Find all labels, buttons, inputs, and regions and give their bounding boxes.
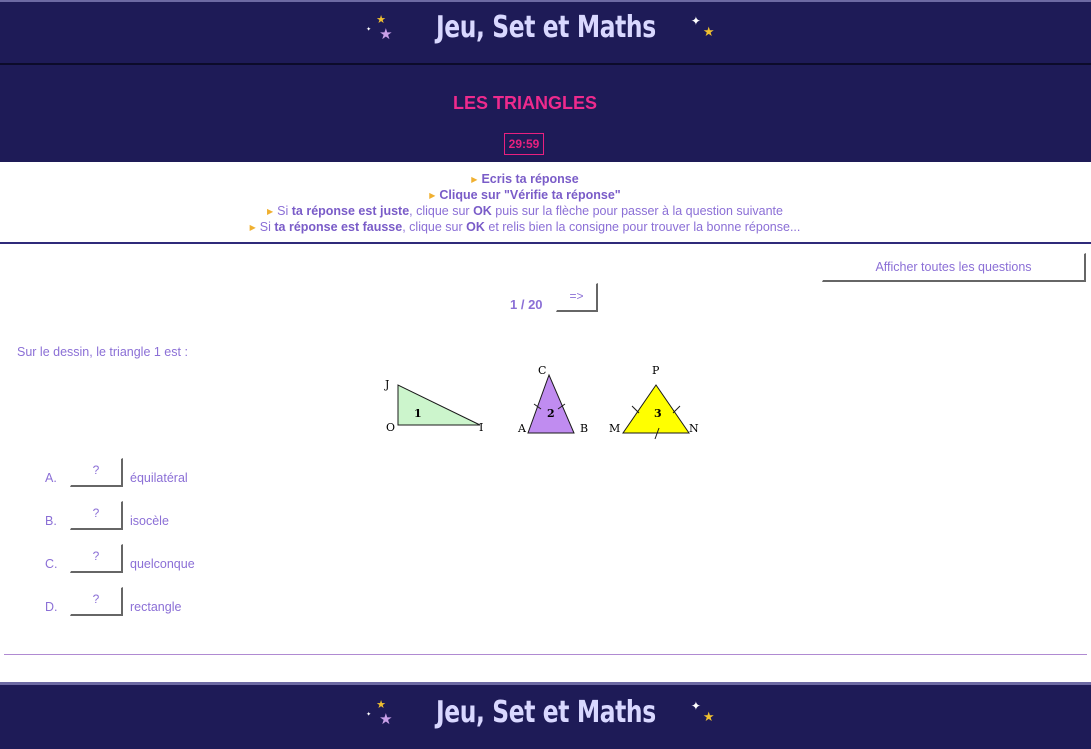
site-header: ✦ ★ ★ Jeu, Set et Maths ✦ ★ xyxy=(0,0,1091,63)
triangle-3-vertex-m: M xyxy=(609,422,620,435)
arrow-right-icon: ▶ xyxy=(429,191,436,201)
triangle-2-vertex-a: A xyxy=(517,422,527,435)
option-c-label: quelconque xyxy=(130,557,195,571)
option-d-letter: D. xyxy=(45,600,58,614)
stars-right-icon: ✦ ★ xyxy=(690,13,715,39)
question-text: Sur le dessin, le triangle 1 est : xyxy=(17,345,188,359)
stars-left-icon: ✦ ★ ★ xyxy=(366,13,393,43)
triangle-3-vertex-n: N xyxy=(689,422,699,435)
instruction-3: ▶ Si ta réponse est juste, clique sur OK … xyxy=(267,204,783,218)
site-footer: ✦ ★ ★ Jeu, Set et Maths ✦ ★ xyxy=(0,682,1091,749)
page-title: LES TRIANGLES xyxy=(452,93,597,113)
instruction-4: ▶ Si ta réponse est fausse, clique sur OK… xyxy=(249,220,801,234)
arrow-right-icon: ▶ xyxy=(267,207,274,217)
triangle-2-number: 2 xyxy=(547,407,555,420)
triangles-figure: J O I 1 C A B 2 P M N 3 xyxy=(384,364,699,440)
triangle-1-vertex-j: J xyxy=(384,378,389,391)
instruction-1: ▶ Ecris ta réponse xyxy=(471,172,579,186)
triangle-3-vertex-p: P xyxy=(652,364,660,377)
arrow-right-icon: ▶ xyxy=(249,223,256,233)
stars-right-icon: ✦ ★ xyxy=(690,698,715,724)
content-divider xyxy=(4,654,1087,655)
timer: 29:59 xyxy=(504,133,544,155)
triangle-2-vertex-c: C xyxy=(538,364,546,377)
triangle-3-number: 3 xyxy=(654,407,662,420)
option-d-answer-button[interactable]: ? xyxy=(70,587,123,616)
footer-logo-text: Jeu, Set et Maths xyxy=(435,695,656,730)
arrow-right-icon: ▶ xyxy=(471,175,478,185)
option-a-answer-button[interactable]: ? xyxy=(70,458,123,487)
next-question-button[interactable]: => xyxy=(556,283,598,312)
triangle-1-vertex-o: O xyxy=(386,421,395,434)
option-c-letter: C. xyxy=(45,557,58,571)
triangle-2 xyxy=(527,373,575,434)
option-a-label: équilatéral xyxy=(130,471,188,485)
question-counter: 1 / 20 xyxy=(510,297,543,312)
triangle-1-number: 1 xyxy=(414,407,422,420)
site-logo[interactable]: ✦ ★ ★ Jeu, Set et Maths ✦ ★ xyxy=(0,10,1091,45)
logo-text: Jeu, Set et Maths xyxy=(435,10,656,45)
option-a-letter: A. xyxy=(45,471,57,485)
triangle-1 xyxy=(397,384,481,426)
triangle-2-vertex-b: B xyxy=(580,422,588,435)
option-d-label: rectangle xyxy=(130,600,182,614)
option-b-label: isocèle xyxy=(130,514,169,528)
option-b-answer-button[interactable]: ? xyxy=(70,501,123,530)
instructions-panel: ▶ Ecris ta réponse ▶ Clique sur "Vérifie t… xyxy=(0,162,1091,242)
stars-left-icon: ✦ ★ ★ xyxy=(366,698,393,728)
triangle-1-vertex-i: I xyxy=(479,421,483,434)
option-c-answer-button[interactable]: ? xyxy=(70,544,123,573)
footer-logo[interactable]: ✦ ★ ★ Jeu, Set et Maths ✦ ★ xyxy=(0,695,1091,730)
instruction-2: ▶ Clique sur "Vérifie ta réponse" xyxy=(429,188,621,202)
option-b-letter: B. xyxy=(45,514,57,528)
show-all-questions-button[interactable]: Afficher toutes les questions xyxy=(822,253,1086,282)
instructions-divider xyxy=(0,242,1091,244)
